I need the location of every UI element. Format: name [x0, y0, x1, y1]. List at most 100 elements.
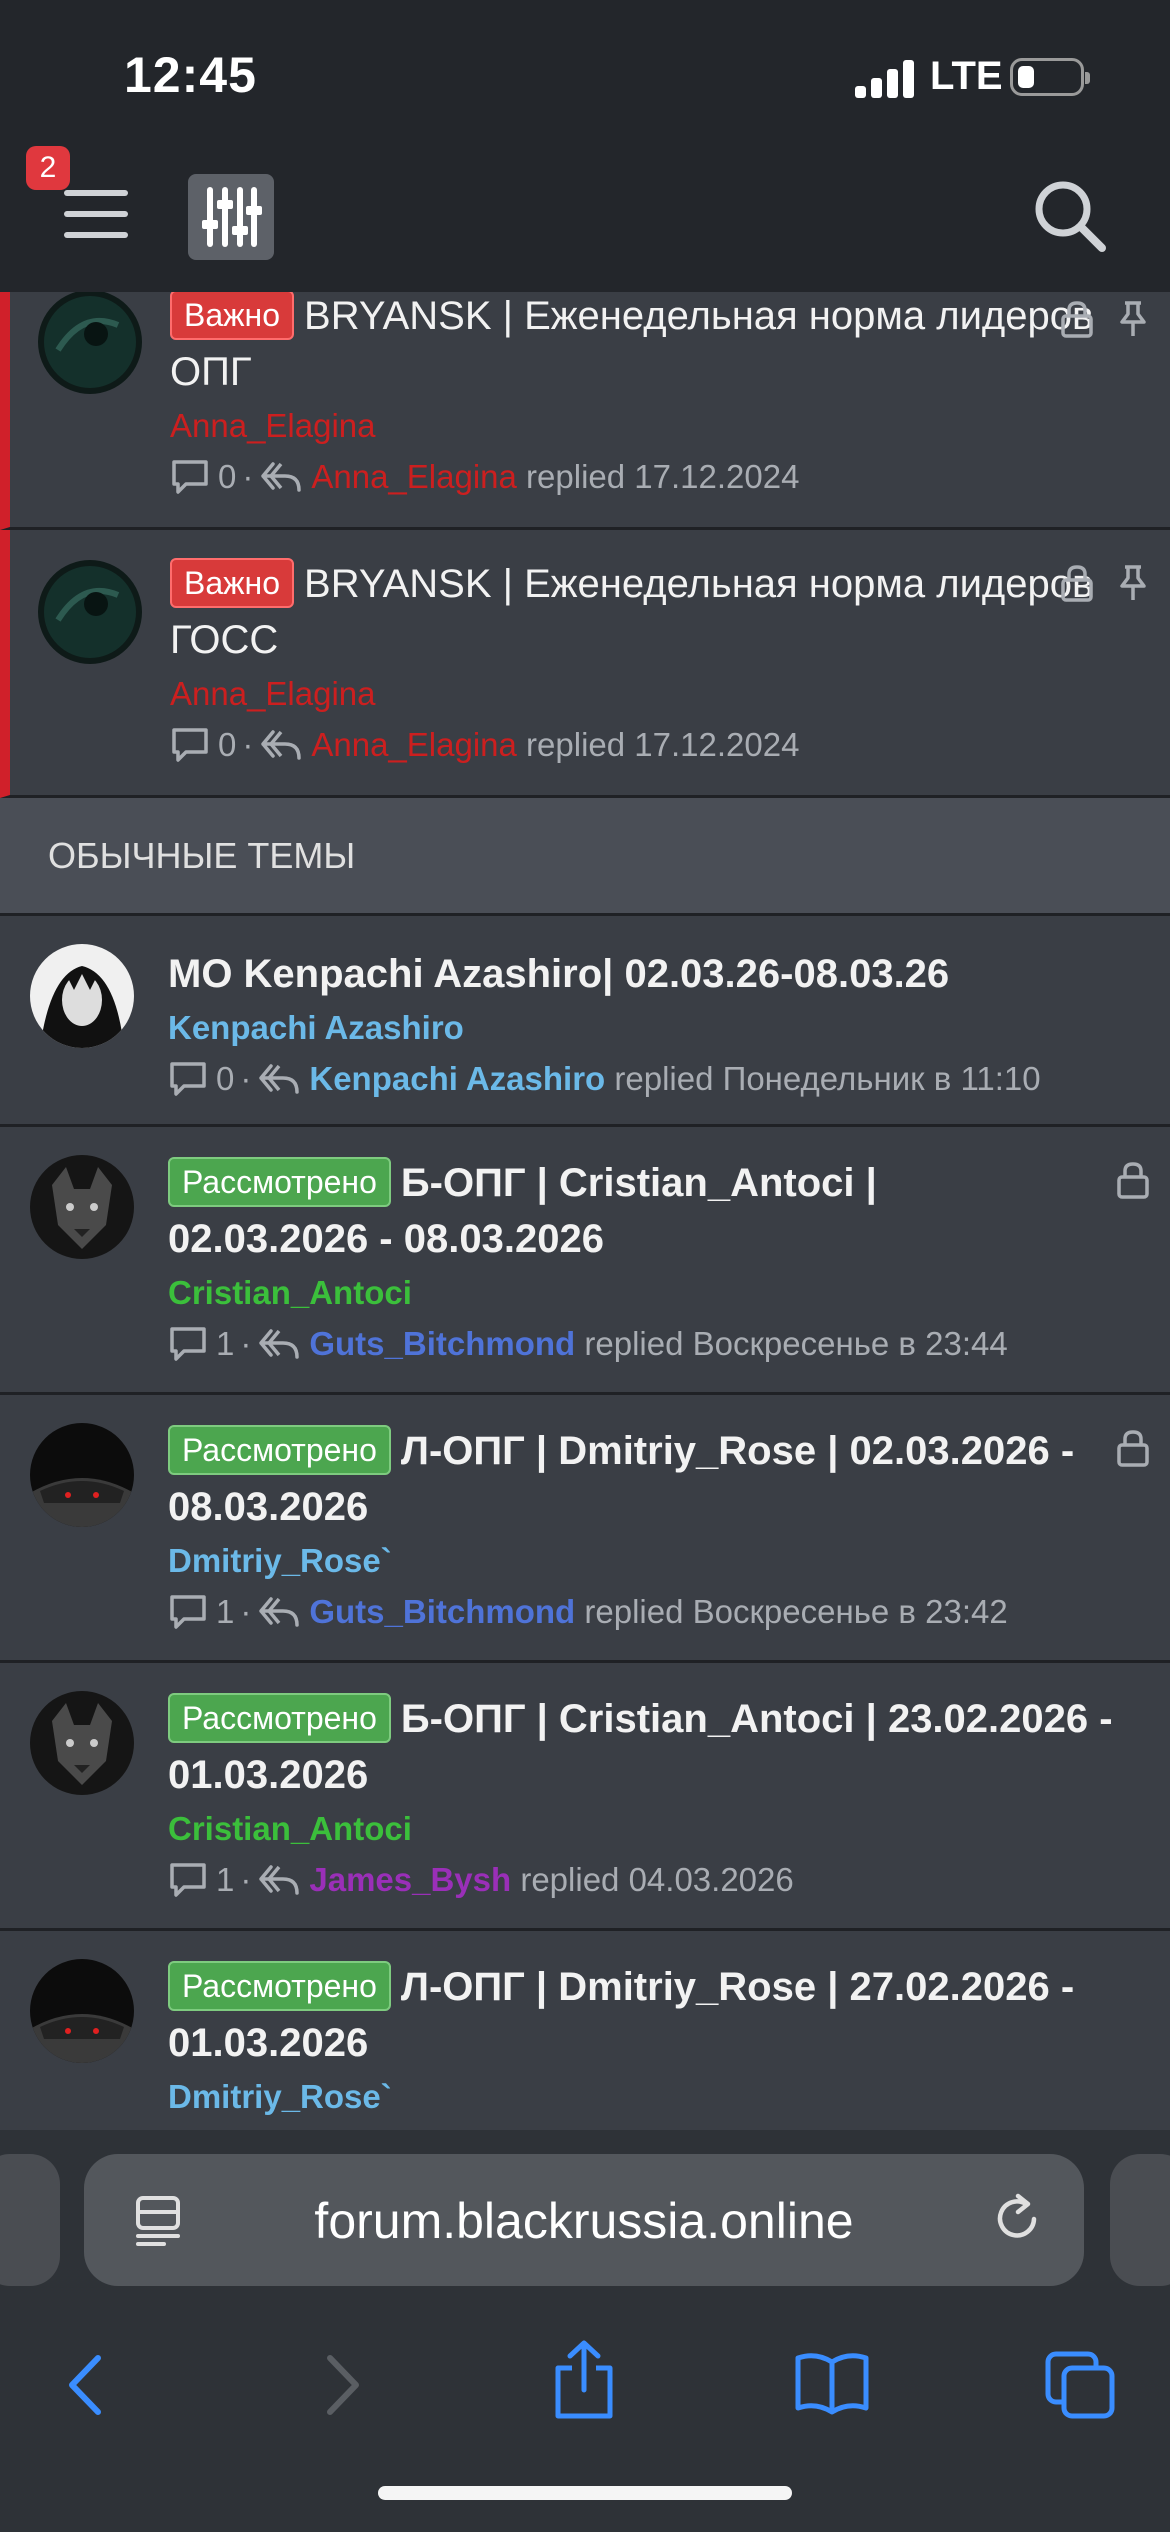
thread-status-icons: [1060, 300, 1150, 338]
lock-icon: [1117, 1162, 1149, 1199]
last-poster[interactable]: Anna_Elagina: [311, 452, 517, 502]
thread-row[interactable]: Рассмотрено Л-ОПГ | Dmitriy_Rose | 02.03.…: [0, 1395, 1170, 1663]
reload-icon[interactable]: [990, 2192, 1044, 2246]
thread-author[interactable]: Cristian_Antoci: [168, 1803, 1148, 1855]
avatar[interactable]: [30, 1155, 134, 1259]
thread-title[interactable]: МО Kenpachi Azashiro| 02.03.26-08.03.26: [168, 946, 1150, 1002]
prefix-badge[interactable]: Рассмотрено: [168, 1157, 391, 1207]
thread-author[interactable]: Dmitriy_Rose`: [168, 1535, 1078, 1587]
thread-title[interactable]: Важно BRYANSK | Еженедельная норма лидеро…: [170, 556, 1150, 668]
thread-meta: 1 · Guts_Bitchmond replied Воскресенье в…: [168, 1319, 1078, 1369]
avatar[interactable]: [38, 560, 142, 664]
reply-icon: [259, 1064, 300, 1094]
thread-row[interactable]: Рассмотрено Б-ОПГ | Cristian_Antoci | 23.…: [0, 1663, 1170, 1931]
thread-title-text[interactable]: BRYANSK | Еженедельная норма лидеров ОПГ: [170, 294, 1093, 394]
pin-icon: [1120, 301, 1146, 336]
notification-badge: 2: [26, 146, 70, 190]
share-icon[interactable]: [550, 2340, 618, 2420]
search-icon: [1035, 181, 1106, 252]
thread-meta: 0 · Anna_Elagina replied 17.12.2024: [170, 452, 1150, 502]
thread-author[interactable]: Kenpachi Azashiro: [168, 1002, 1150, 1054]
avatar[interactable]: [38, 292, 142, 394]
forward-icon[interactable]: [316, 2350, 366, 2420]
last-poster[interactable]: Kenpachi Azashiro: [309, 1054, 605, 1104]
avatar[interactable]: [30, 944, 134, 1048]
reply-count: 1: [216, 1593, 235, 1630]
reply-count: 0: [216, 1060, 235, 1097]
lock-icon: [1117, 1430, 1149, 1467]
thread-row[interactable]: Важно BRYANSK | Еженедельная норма лидеро…: [0, 530, 1170, 798]
thread-title[interactable]: Важно BRYANSK | Еженедельная норма лидеро…: [170, 292, 1150, 400]
thread-title[interactable]: Рассмотрено Б-ОПГ | Cristian_Antoci | 23.…: [168, 1691, 1148, 1803]
last-activity: replied Понедельник в 11:10: [614, 1060, 1041, 1097]
reply-icon: [259, 1329, 300, 1359]
browser-toolbar: [0, 2310, 1170, 2470]
thread-status-icons: [1116, 1161, 1150, 1199]
last-activity: replied Воскресенье в 23:44: [584, 1325, 1008, 1362]
thread-meta: 0 · Anna_Elagina replied 17.12.2024: [170, 720, 1150, 770]
thread-row[interactable]: Важно BRYANSK | Еженедельная норма лидеро…: [0, 292, 1170, 530]
thread-author[interactable]: Cristian_Antoci: [168, 1267, 1078, 1319]
thread-title-text[interactable]: BRYANSK | Еженедельная норма лидеров ГОС…: [170, 562, 1093, 662]
filter-button[interactable]: [188, 174, 274, 260]
thread-author[interactable]: Anna_Elagina: [170, 400, 1150, 452]
prefix-badge[interactable]: Рассмотрено: [168, 1693, 391, 1743]
reply-count: 0: [218, 458, 237, 495]
thread-row[interactable]: Рассмотрено Б-ОПГ | Cristian_Antoci | 02.…: [0, 1127, 1170, 1395]
reply-count: 1: [216, 1861, 235, 1898]
last-poster[interactable]: Anna_Elagina: [311, 720, 517, 770]
thread-meta: 1 · James_Bysh replied 04.03.2026: [168, 1855, 1148, 1905]
thread-author[interactable]: Anna_Elagina: [170, 668, 1150, 720]
previous-tab-preview[interactable]: [0, 2154, 60, 2286]
sliders-icon: [202, 187, 262, 247]
battery-icon: [1010, 58, 1090, 96]
prefix-badge[interactable]: Важно: [170, 558, 295, 608]
prefix-badge[interactable]: Рассмотрено: [168, 1961, 391, 2011]
last-activity: replied Воскресенье в 23:42: [584, 1593, 1008, 1630]
search-button[interactable]: [1030, 176, 1110, 256]
lock-icon: [1061, 301, 1093, 338]
menu-button[interactable]: [64, 182, 134, 246]
tabs-icon[interactable]: [1044, 2350, 1116, 2420]
pin-icon: [1120, 565, 1146, 600]
reply-icon: [259, 1597, 300, 1627]
hamburger-icon: [64, 190, 128, 196]
comment-icon: [170, 1863, 206, 1897]
last-activity: replied 17.12.2024: [526, 726, 800, 763]
thread-row[interactable]: МО Kenpachi Azashiro| 02.03.26-08.03.26 …: [0, 916, 1170, 1127]
thread-meta: 0 · Kenpachi Azashiro replied Понедельни…: [168, 1054, 1150, 1104]
last-poster[interactable]: Guts_Bitchmond: [309, 1587, 575, 1637]
back-icon[interactable]: [62, 2350, 112, 2420]
status-bar: 12:45 LTE: [0, 0, 1170, 140]
thread-row[interactable]: Рассмотрено Л-ОПГ | Dmitriy_Rose | 27.02.…: [0, 1931, 1170, 2130]
last-poster[interactable]: Guts_Bitchmond: [309, 1319, 575, 1369]
section-header: ОБЫЧНЫЕ ТЕМЫ: [0, 798, 1170, 916]
thread-author[interactable]: Dmitriy_Rose`: [168, 2071, 1128, 2123]
prefix-badge[interactable]: Важно: [170, 292, 295, 340]
reply-count: 0: [218, 726, 237, 763]
next-tab-preview[interactable]: [1110, 2154, 1170, 2286]
avatar[interactable]: [30, 1423, 134, 1527]
reply-icon: [261, 462, 302, 492]
last-poster[interactable]: James_Bysh: [309, 1855, 511, 1905]
thread-status-icons: [1060, 564, 1150, 602]
thread-title[interactable]: Рассмотрено Л-ОПГ | Dmitriy_Rose | 27.02.…: [168, 1959, 1128, 2071]
comment-icon: [170, 1327, 206, 1361]
lock-icon: [1061, 565, 1093, 602]
comment-icon: [172, 460, 208, 494]
avatar[interactable]: [30, 1959, 134, 2063]
address-bar[interactable]: forum.blackrussia.online: [84, 2154, 1084, 2286]
browser-bottom-bar: forum.blackrussia.online: [0, 2130, 1170, 2532]
thread-title[interactable]: Рассмотрено Б-ОПГ | Cristian_Antoci | 02.…: [168, 1155, 1078, 1267]
url-text[interactable]: forum.blackrussia.online: [84, 2192, 1084, 2250]
prefix-badge[interactable]: Рассмотрено: [168, 1425, 391, 1475]
last-activity: replied 04.03.2026: [520, 1861, 794, 1898]
avatar[interactable]: [30, 1691, 134, 1795]
thread-title-text[interactable]: МО Kenpachi Azashiro| 02.03.26-08.03.26: [168, 952, 949, 996]
comment-icon: [170, 1062, 206, 1096]
comment-icon: [170, 1595, 206, 1629]
thread-title[interactable]: Рассмотрено Л-ОПГ | Dmitriy_Rose | 02.03.…: [168, 1423, 1078, 1535]
thread-meta: 1 · Guts_Bitchmond replied Воскресенье в…: [168, 1587, 1078, 1637]
reply-icon: [261, 730, 302, 760]
bookmarks-icon[interactable]: [794, 2350, 870, 2416]
